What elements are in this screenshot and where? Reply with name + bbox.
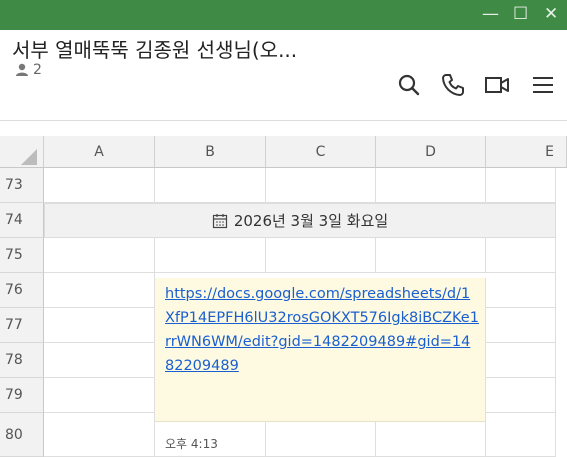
column-header-e[interactable]: E — [486, 136, 567, 168]
grid-cell[interactable] — [44, 168, 155, 203]
column-header-d[interactable]: D — [376, 136, 486, 168]
shared-link[interactable]: https://docs.google.com/spreadsheets/d/1… — [165, 286, 479, 374]
select-all-corner[interactable] — [0, 136, 44, 168]
calendar-icon — [212, 213, 227, 228]
person-icon — [16, 63, 28, 76]
grid-cell[interactable] — [266, 168, 376, 203]
grid-cell[interactable] — [486, 413, 556, 457]
member-count-label: 2 — [33, 62, 42, 78]
grid-cell[interactable] — [486, 378, 556, 413]
row-header-73[interactable]: 73 — [0, 168, 44, 203]
grid-cell[interactable] — [44, 378, 155, 413]
row-header-80[interactable]: 80 — [0, 413, 44, 457]
message-bubble: https://docs.google.com/spreadsheets/d/1… — [155, 278, 486, 422]
grid-cell[interactable] — [376, 168, 486, 203]
spreadsheet-grid: A B C D E 73 74 75 76 77 78 79 80 2026년 … — [0, 136, 567, 457]
column-header-b[interactable]: B — [155, 136, 266, 168]
grid-cell[interactable] — [44, 238, 155, 273]
grid-cell[interactable] — [486, 168, 556, 203]
grid-cell[interactable] — [44, 413, 155, 457]
row-header-78[interactable]: 78 — [0, 343, 44, 378]
maximize-button[interactable]: ☐ — [513, 2, 528, 26]
video-call-icon[interactable] — [484, 72, 510, 98]
grid-cell[interactable] — [155, 168, 266, 203]
grid-cell[interactable] — [486, 308, 556, 343]
menu-icon[interactable] — [530, 72, 556, 98]
grid-cell[interactable] — [44, 273, 155, 308]
row-header-77[interactable]: 77 — [0, 308, 44, 343]
column-header-a[interactable]: A — [44, 136, 155, 168]
window-titlebar: — ☐ ✕ — [0, 0, 567, 30]
grid-cell[interactable] — [44, 343, 155, 378]
grid-cell[interactable] — [486, 238, 556, 273]
call-icon[interactable] — [440, 72, 466, 98]
grid-cell[interactable] — [486, 343, 556, 378]
chat-title: 서부 열매뚝뚝 김종원 선생님(오... — [12, 38, 298, 62]
row-header-75[interactable]: 75 — [0, 238, 44, 273]
grid-cell[interactable] — [44, 308, 155, 343]
corner-triangle-icon — [20, 148, 37, 165]
grid-cell[interactable] — [155, 238, 266, 273]
grid-cell[interactable] — [376, 238, 486, 273]
row-header-79[interactable]: 79 — [0, 378, 44, 413]
close-button[interactable]: ✕ — [544, 2, 558, 26]
minimize-button[interactable]: — — [482, 2, 499, 26]
member-count[interactable]: 2 — [14, 62, 42, 78]
date-separator: 2026년 3월 3일 화요일 — [44, 203, 556, 238]
message-timestamp: 오후 4:13 — [165, 437, 218, 451]
row-header-74[interactable]: 74 — [0, 203, 44, 238]
row-header-76[interactable]: 76 — [0, 273, 44, 308]
grid-cell[interactable] — [486, 273, 556, 308]
grid-cell[interactable] — [266, 238, 376, 273]
search-icon[interactable] — [396, 72, 422, 98]
date-separator-label: 2026년 3월 3일 화요일 — [233, 212, 389, 230]
column-header-c[interactable]: C — [266, 136, 376, 168]
